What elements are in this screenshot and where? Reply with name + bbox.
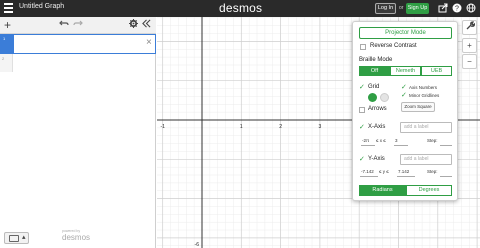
braille-nemeth-option[interactable]: Nemeth	[390, 66, 421, 76]
x-axis-inequality: ≤ x ≤	[376, 138, 386, 143]
x-axis-min-input[interactable]: -2π	[362, 138, 369, 143]
caret-up-icon: ▴	[22, 234, 26, 241]
minor-gridlines-label: Minor Gridlines	[409, 93, 440, 98]
menu-icon[interactable]	[4, 3, 13, 13]
y-axis-max-input[interactable]: 7.142	[398, 169, 409, 174]
radians-option[interactable]: Radians	[359, 185, 406, 196]
reverse-contrast-checkbox[interactable]	[360, 44, 366, 50]
x-tick-label: 2	[279, 124, 282, 130]
x-axis-label: X-Axis	[368, 124, 386, 130]
svg-text:?: ?	[455, 6, 459, 13]
x-max-underline	[394, 145, 408, 146]
help-icon[interactable]: ?	[452, 3, 462, 13]
braille-off-option[interactable]: Off	[359, 66, 390, 76]
expression-row[interactable]: 2	[0, 54, 156, 72]
graph-title[interactable]: Untitled Graph	[19, 3, 64, 10]
delete-expression-icon[interactable]: ×	[146, 37, 152, 48]
y-axis-step-input[interactable]	[440, 176, 452, 177]
powered-by-logo: desmos	[62, 233, 91, 242]
globe-icon[interactable]	[466, 3, 476, 13]
x-tick-label: -1	[160, 124, 165, 130]
y-min-underline	[360, 176, 378, 177]
projector-mode-button[interactable]: Projector Mode	[359, 27, 452, 39]
braille-mode-label: Braille Mode	[359, 57, 393, 63]
redo-icon[interactable]	[73, 19, 83, 29]
desmos-logo: desmos	[219, 1, 263, 15]
grid-checkbox[interactable]: ✓	[359, 84, 365, 91]
minor-gridlines-checkbox[interactable]: ✓	[401, 92, 407, 99]
graph-settings-popup: Projector Mode Reverse Contrast Braille …	[352, 21, 458, 201]
y-max-underline	[397, 176, 415, 177]
add-item-icon[interactable]: +	[4, 18, 11, 32]
expression-gutter[interactable]: 2	[0, 54, 13, 72]
settings-gear-icon[interactable]	[129, 19, 138, 30]
polar-grid-icon[interactable]	[380, 93, 389, 102]
x-tick-label: 1	[240, 124, 243, 130]
y-axis-step-label: Step:	[427, 169, 438, 174]
undo-icon[interactable]	[59, 19, 69, 29]
signup-button[interactable]: Sign Up	[406, 3, 429, 14]
expression-index: 2	[2, 56, 5, 61]
wrench-icon[interactable]	[462, 20, 477, 35]
y-axis-checkbox[interactable]: ✓	[359, 156, 365, 163]
keyboard-toggle-button[interactable]: ▴	[4, 232, 29, 244]
collapse-panel-icon[interactable]	[142, 19, 151, 30]
zoom-out-button[interactable]: −	[462, 54, 477, 69]
y-axis-inequality: ≤ y ≤	[379, 169, 389, 174]
degrees-option[interactable]: Degrees	[406, 185, 452, 196]
cartesian-grid-icon[interactable]	[368, 93, 377, 102]
x-min-underline	[361, 145, 375, 146]
arrows-checkbox[interactable]	[359, 107, 365, 113]
login-button[interactable]: Log In	[375, 3, 396, 14]
y-axis-label-input[interactable]: add a label	[400, 154, 452, 165]
braille-ueb-option[interactable]: UEB	[421, 66, 452, 76]
zoom-in-button[interactable]: +	[462, 38, 477, 53]
zoom-square-button[interactable]: Zoom Square	[401, 102, 435, 112]
keyboard-icon	[9, 235, 19, 242]
axis-numbers-checkbox[interactable]: ✓	[401, 84, 407, 91]
x-axis-step-input[interactable]	[440, 145, 452, 146]
grid-label: Grid	[368, 84, 380, 90]
x-axis-checkbox[interactable]: ✓	[359, 124, 365, 131]
or-text: or	[399, 5, 404, 11]
x-axis-step-label: Step:	[427, 138, 438, 143]
y-axis-min-input[interactable]: -7.142	[361, 169, 374, 174]
reverse-contrast-label: Reverse Contrast	[370, 43, 417, 49]
share-icon[interactable]	[438, 3, 448, 13]
expression-index: 1	[3, 36, 6, 41]
y-axis-label: Y-Axis	[368, 156, 385, 162]
x-axis-max-input[interactable]: 3	[395, 138, 398, 143]
arrows-label: Arrows	[368, 106, 387, 112]
expression-toolbar: +	[0, 17, 156, 34]
x-axis-label-input[interactable]: add a label	[400, 122, 452, 133]
x-tick-label: 3	[319, 124, 322, 130]
top-bar: Untitled Graph desmos Log In or Sign Up …	[0, 0, 480, 17]
y-tick-label: -6	[195, 242, 200, 248]
expression-panel: + 1 × 2 ▴ powered by desmos	[0, 17, 156, 248]
expression-gutter[interactable]: 1	[1, 35, 14, 53]
axis-numbers-label: Axis Numbers	[409, 85, 438, 90]
expression-row-active[interactable]: 1 ×	[0, 34, 156, 54]
